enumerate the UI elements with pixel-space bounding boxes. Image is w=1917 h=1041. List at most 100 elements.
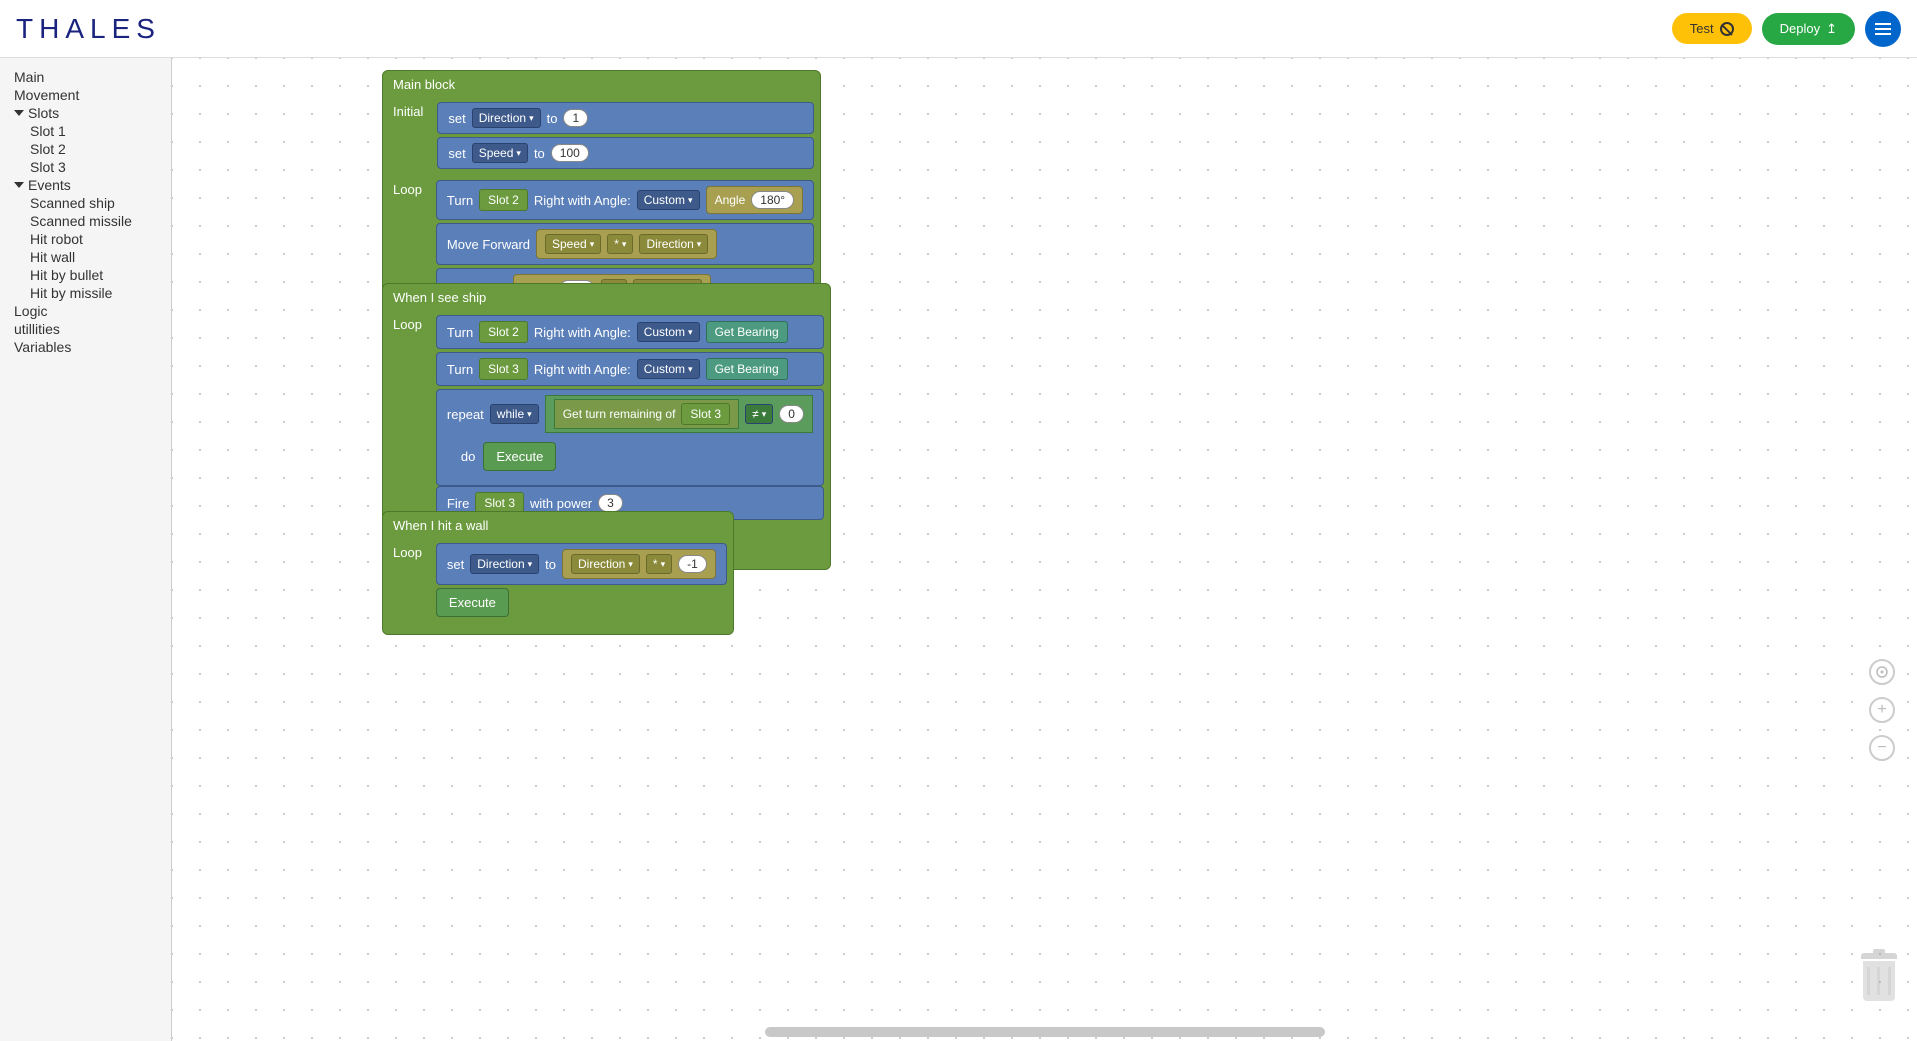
turn-slot2-block[interactable]: Turn Slot 2 Right with Angle: Custom Ang… [436, 180, 814, 220]
horizontal-scrollbar[interactable] [765, 1027, 1325, 1037]
turn-slot2-bearing[interactable]: Turn Slot 2 Right with Angle: Custom Get… [436, 315, 824, 349]
set-speed-block[interactable]: set Speed to 100 [437, 137, 814, 169]
events-label: Events [28, 177, 71, 193]
angle-label: Angle [715, 193, 746, 207]
dir-times-neg1[interactable]: Direction * -1 [562, 549, 716, 579]
ship-title: When I see ship [383, 284, 830, 311]
wall-title: When I hit a wall [383, 512, 733, 539]
direction-var[interactable]: Direction [639, 234, 708, 254]
workspace[interactable]: Main block Initial set Direction to 1 s [172, 58, 1917, 1041]
sidebar-item-hit-robot[interactable]: Hit robot [0, 230, 171, 248]
header: THALES Test Deploy ↥ [0, 0, 1917, 58]
loop-label: Loop [383, 176, 432, 203]
fire-label: Fire [447, 496, 469, 511]
set-label: set [447, 557, 464, 572]
set-direction-block[interactable]: set Direction to 1 [437, 102, 814, 134]
with-power-label: with power [530, 496, 592, 511]
sidebar-item-scanned-missile[interactable]: Scanned missile [0, 212, 171, 230]
zoom-in-button[interactable]: + [1869, 697, 1895, 723]
custom-dropdown[interactable]: Custom [637, 322, 700, 342]
trash-button[interactable] [1861, 953, 1897, 1001]
execute-inner[interactable]: Execute [483, 442, 556, 471]
custom-dropdown[interactable]: Custom [637, 359, 700, 379]
to-label: to [534, 146, 545, 161]
neq-dropdown[interactable]: ≠ [745, 404, 773, 424]
angle-180-input[interactable]: 180° [751, 191, 794, 209]
set-label: set [448, 146, 465, 161]
neg1-input[interactable]: -1 [678, 555, 707, 573]
sidebar-item-variables[interactable]: Variables [0, 338, 171, 356]
test-button[interactable]: Test [1672, 13, 1752, 44]
center-button[interactable] [1869, 659, 1895, 685]
direction-dropdown[interactable]: Direction [470, 554, 539, 574]
speed-dropdown[interactable]: Speed [472, 143, 528, 163]
slot2-pill[interactable]: Slot 2 [479, 189, 528, 211]
header-actions: Test Deploy ↥ [1672, 11, 1901, 47]
sidebar-item-hit-wall[interactable]: Hit wall [0, 248, 171, 266]
to-label: to [547, 111, 558, 126]
logo: THALES [16, 13, 161, 45]
menu-button[interactable] [1865, 11, 1901, 47]
ban-icon [1720, 22, 1734, 36]
repeat-while-block[interactable]: repeat while Get turn remaining of Slot … [436, 389, 824, 486]
speed-times-direction[interactable]: Speed * Direction [536, 229, 717, 259]
right-angle-label: Right with Angle: [534, 362, 631, 377]
right-angle-label: Right with Angle: [534, 193, 631, 208]
angle-180-block[interactable]: Angle 180° [706, 186, 804, 214]
sidebar-item-scanned-ship[interactable]: Scanned ship [0, 194, 171, 212]
right-angle-label: Right with Angle: [534, 325, 631, 340]
sidebar-item-utilities[interactable]: utillities [0, 320, 171, 338]
get-turn-remaining[interactable]: Get turn remaining of Slot 3 [554, 399, 739, 429]
condition-block[interactable]: Get turn remaining of Slot 3 ≠ 0 [545, 395, 813, 433]
plus-icon: + [1877, 701, 1886, 719]
sidebar-cat-events[interactable]: Events [0, 176, 171, 194]
value-input-100[interactable]: 100 [551, 144, 589, 162]
power-input[interactable]: 3 [598, 494, 623, 512]
repeat-label: repeat [447, 407, 484, 422]
value-input-1[interactable]: 1 [563, 109, 588, 127]
main-title: Main block [383, 71, 820, 98]
turn-label: Turn [447, 362, 473, 377]
move-forward-block[interactable]: Move Forward Speed * Direction [436, 223, 814, 265]
move-forward-label: Move Forward [447, 237, 530, 252]
sidebar-item-slot3[interactable]: Slot 3 [0, 158, 171, 176]
set-label: set [448, 111, 465, 126]
direction-var[interactable]: Direction [571, 554, 640, 574]
caret-down-icon [14, 182, 24, 188]
to-label: to [545, 557, 556, 572]
get-bearing-pill[interactable]: Get Bearing [706, 321, 788, 343]
star-op[interactable]: * [646, 554, 672, 574]
star-op[interactable]: * [607, 234, 633, 254]
do-label: do [461, 449, 475, 464]
get-bearing-pill[interactable]: Get Bearing [706, 358, 788, 380]
turn-slot3-bearing[interactable]: Turn Slot 3 Right with Angle: Custom Get… [436, 352, 824, 386]
sidebar-item-hit-by-bullet[interactable]: Hit by bullet [0, 266, 171, 284]
wall-block-stack[interactable]: When I hit a wall Loop set Direction to … [382, 511, 734, 635]
sidebar-item-movement[interactable]: Movement [0, 86, 171, 104]
trash-lid [1861, 953, 1897, 959]
sidebar-item-slot1[interactable]: Slot 1 [0, 122, 171, 140]
zero-input[interactable]: 0 [779, 405, 804, 423]
direction-dropdown[interactable]: Direction [472, 108, 541, 128]
turn-label: Turn [447, 325, 473, 340]
while-dropdown[interactable]: while [490, 404, 539, 424]
hamburger-icon [1875, 28, 1891, 30]
minus-icon: − [1877, 739, 1886, 757]
execute-block[interactable]: Execute [436, 588, 509, 617]
zoom-out-button[interactable]: − [1869, 735, 1895, 761]
slot2-pill[interactable]: Slot 2 [479, 321, 528, 343]
deploy-button[interactable]: Deploy ↥ [1762, 13, 1855, 45]
sidebar-cat-slots[interactable]: Slots [0, 104, 171, 122]
set-direction-neg[interactable]: set Direction to Direction * -1 [436, 543, 727, 585]
sidebar-item-main[interactable]: Main [0, 68, 171, 86]
slot3-pill[interactable]: Slot 3 [681, 403, 730, 425]
slot3-pill[interactable]: Slot 3 [479, 358, 528, 380]
speed-var[interactable]: Speed [545, 234, 601, 254]
sidebar-item-slot2[interactable]: Slot 2 [0, 140, 171, 158]
deploy-label: Deploy [1780, 21, 1820, 36]
sidebar-item-logic[interactable]: Logic [0, 302, 171, 320]
wall-hat[interactable]: When I hit a wall Loop set Direction to … [382, 511, 734, 635]
sidebar-item-hit-by-missile[interactable]: Hit by missile [0, 284, 171, 302]
sidebar: Main Movement Slots Slot 1 Slot 2 Slot 3… [0, 58, 172, 1041]
custom-dropdown[interactable]: Custom [637, 190, 700, 210]
